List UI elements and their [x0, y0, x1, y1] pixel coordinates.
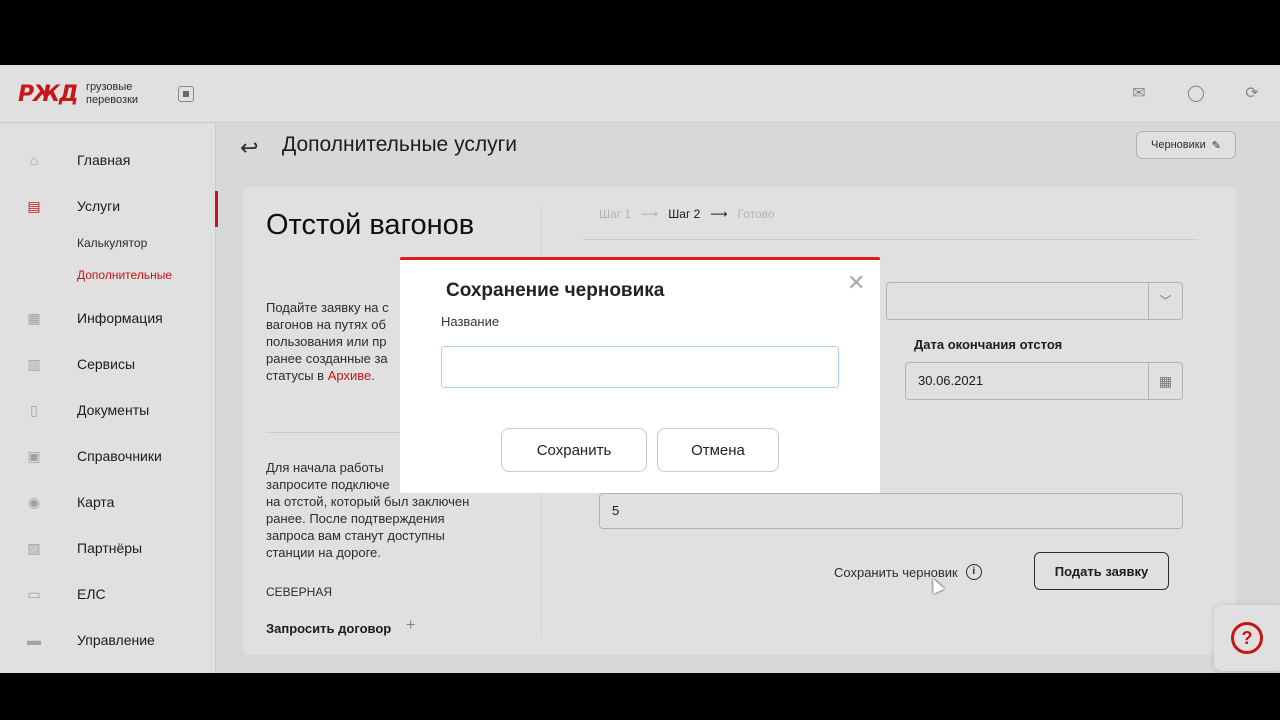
close-icon[interactable]: ✕ [847, 272, 865, 294]
name-label: Название [441, 314, 500, 329]
save-draft-modal: Сохранение черновика ✕ Название Сохранит… [400, 257, 880, 493]
save-button[interactable]: Сохранить [501, 428, 647, 472]
cancel-button[interactable]: Отмена [657, 428, 779, 472]
app-window: РЖД грузовые перевозки ✉ ◯ ⟳ ⌂ Главная ▤… [0, 65, 1280, 673]
modal-title: Сохранение черновика [446, 280, 665, 301]
draft-name-input[interactable] [441, 346, 839, 388]
